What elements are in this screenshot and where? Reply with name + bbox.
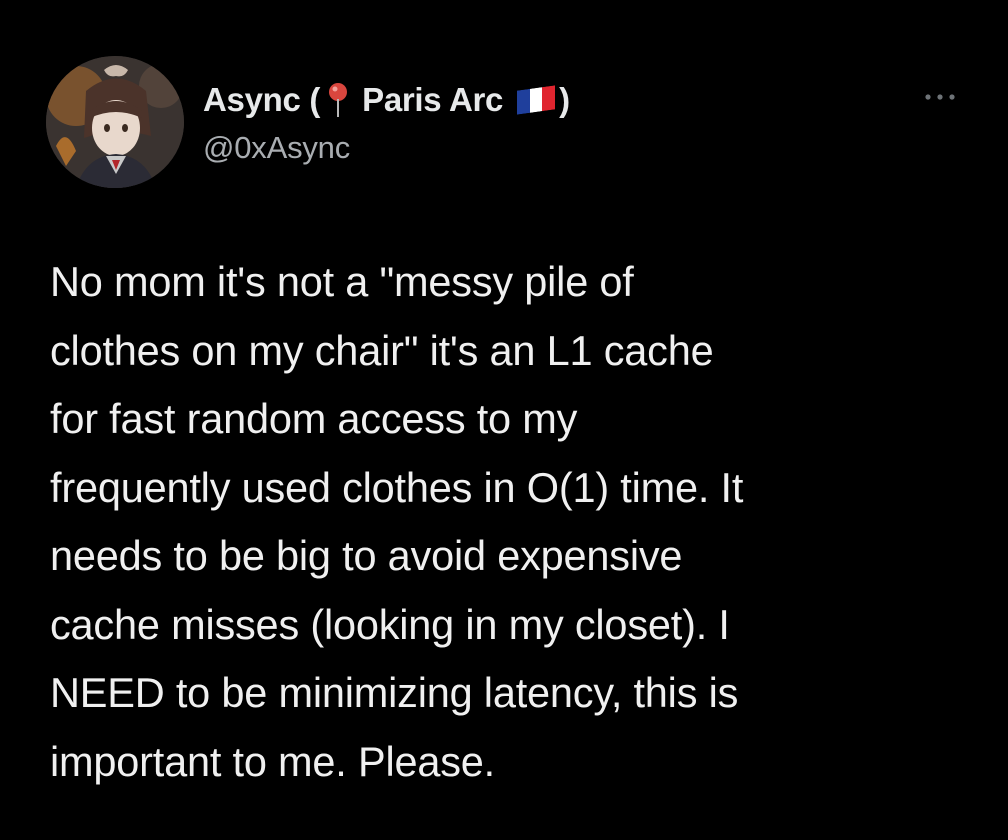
user-handle[interactable]: @0xAsync xyxy=(203,130,350,166)
more-options-icon[interactable] xyxy=(920,88,960,106)
display-name-location: Paris Arc xyxy=(362,81,504,118)
tweet-text-line: important to me. Please. xyxy=(50,737,495,785)
tweet-text-line: needs to be big to avoid expensive xyxy=(50,532,683,579)
tweet-text: No mom it's not a "messy pile of clothes… xyxy=(50,248,980,796)
tweet-text-line: for fast random access to my xyxy=(50,395,578,442)
display-name-prefix: Async ( xyxy=(203,81,321,118)
france-flag-icon xyxy=(517,85,556,115)
tweet-text-line: cache misses (looking in my closet). I xyxy=(50,600,730,648)
avatar-image xyxy=(46,56,184,188)
tweet-text-line: clothes on my chair" it's an L1 cache xyxy=(50,326,714,374)
display-name-suffix: ) xyxy=(559,81,570,118)
tweet-text-line: NEED to be minimizing latency, this is xyxy=(50,669,739,716)
tweet-card: Async ( Paris Arc ) @0xAsync No mom it's… xyxy=(0,0,1008,840)
avatar[interactable] xyxy=(46,56,184,188)
display-name[interactable]: Async ( Paris Arc ) xyxy=(203,78,570,122)
tweet-text-line: frequently used clothes in O(1) time. It xyxy=(50,463,744,511)
round-pushpin-icon xyxy=(326,82,350,118)
tweet-text-line: No mom it's not a "messy pile of xyxy=(50,258,634,305)
